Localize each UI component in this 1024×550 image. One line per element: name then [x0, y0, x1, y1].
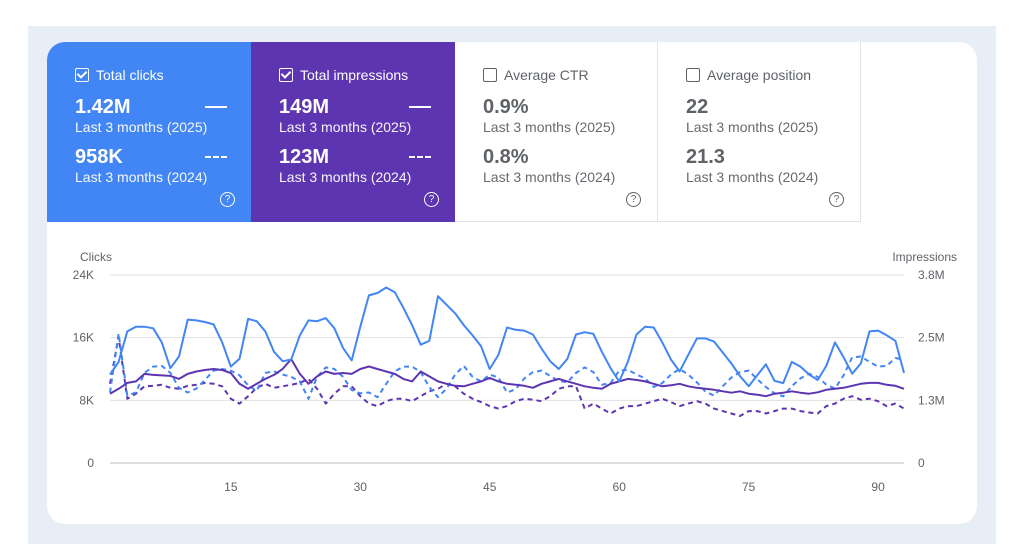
- left-axis-tick-label: 0: [87, 456, 94, 470]
- right-axis-tick-label: 1.3M: [918, 393, 945, 407]
- right-axis-tick-label: 0: [918, 456, 925, 470]
- x-axis-tick-label: 30: [354, 480, 368, 494]
- left-axis-tick-label: 16K: [73, 331, 94, 345]
- clicks-series-previous-line[interactable]: [109, 332, 905, 400]
- x-axis-tick-label: 45: [483, 480, 497, 494]
- x-axis-tick-label: 15: [224, 480, 238, 494]
- right-axis-tick-label: 3.8M: [918, 268, 945, 282]
- x-axis-tick-label: 60: [613, 480, 627, 494]
- right-axis-tick-label: 2.5M: [918, 331, 945, 345]
- x-axis-tick-label: 75: [742, 480, 756, 494]
- performance-panel: Total clicks 1.42M Last 3 months (2025) …: [47, 42, 977, 524]
- x-axis-tick-label: 90: [871, 480, 885, 494]
- right-axis-title: Impressions: [892, 250, 957, 264]
- left-axis-tick-label: 24K: [73, 268, 94, 282]
- performance-line-chart[interactable]: Clicks Impressions 0 8K 16K 24K 0 1.3M 2.5M 3.…: [47, 42, 977, 524]
- left-axis-tick-label: 8K: [79, 393, 94, 407]
- left-axis-title: Clicks: [80, 250, 112, 264]
